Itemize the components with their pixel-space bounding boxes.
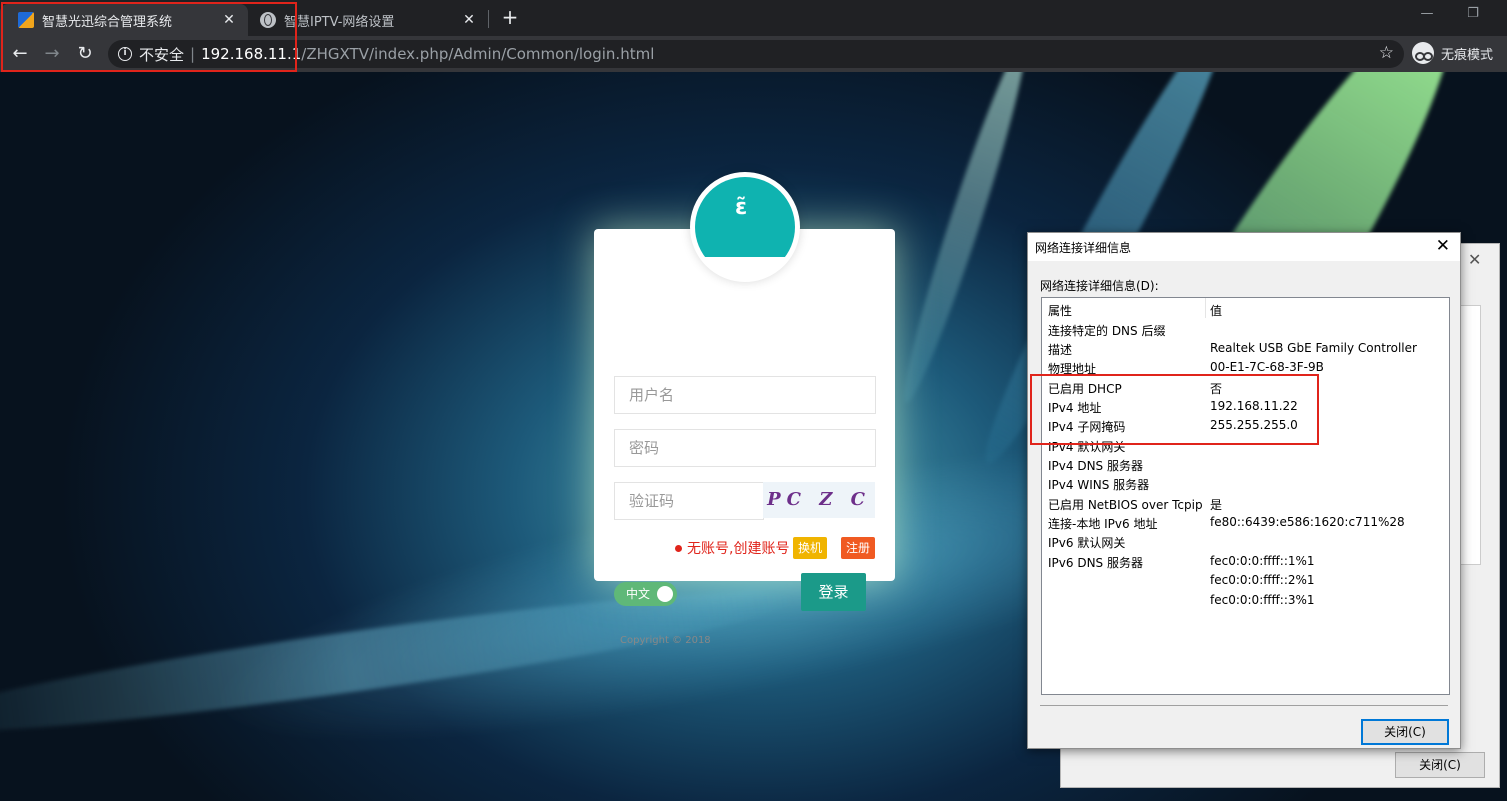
language-toggle[interactable]: 中文 bbox=[614, 582, 677, 606]
column-header-value[interactable]: 值 bbox=[1210, 302, 1222, 321]
column-separator bbox=[1205, 298, 1206, 318]
info-icon[interactable]: i bbox=[118, 47, 132, 61]
list-item-value: fec0:0:0:ffff::2%1 bbox=[1210, 573, 1315, 587]
incognito-indicator[interactable]: 无痕模式 bbox=[1412, 42, 1493, 64]
back-button[interactable]: ← bbox=[6, 40, 34, 68]
network-details-dialog: 网络连接详细信息 ✕ 网络连接详细信息(D): 属性 值 连接特定的 DNS 后… bbox=[1027, 232, 1461, 749]
tab-close-icon[interactable]: ✕ bbox=[458, 12, 480, 28]
url-host: 192.168.11.1 bbox=[201, 45, 302, 63]
list-item[interactable]: IPv4 子网掩码 bbox=[1048, 418, 1125, 437]
list-item[interactable]: 连接特定的 DNS 后缀 bbox=[1048, 322, 1165, 341]
list-item-value: 否 bbox=[1210, 382, 1223, 396]
list-item[interactable]: IPv6 DNS 服务器 bbox=[1048, 554, 1143, 573]
tab-strip: 智慧光迅综合管理系统 ✕ 智慧IPTV-网络设置 ✕ + — ❐ bbox=[0, 0, 1507, 36]
address-bar[interactable]: i 不安全 | 192.168.11.1 /ZHGXTV/index.php/A… bbox=[108, 40, 1404, 68]
reload-button[interactable]: ↻ bbox=[71, 40, 99, 68]
list-item[interactable]: 连接-本地 IPv6 地址 bbox=[1048, 515, 1157, 534]
site-favicon-icon bbox=[18, 12, 34, 28]
list-item[interactable]: 已启用 NetBIOS over Tcpip bbox=[1048, 496, 1203, 515]
list-item-value: 是 bbox=[1210, 498, 1223, 512]
list-item-value: fe80::6439:e586:1620:c711%28 bbox=[1210, 515, 1405, 529]
details-label: 网络连接详细信息(D): bbox=[1040, 279, 1159, 293]
minimize-button[interactable]: — bbox=[1412, 6, 1442, 26]
dialog-close-icon[interactable]: ✕ bbox=[1436, 236, 1450, 256]
background-dialog-close-icon[interactable]: ✕ bbox=[1468, 250, 1481, 269]
column-header-property[interactable]: 属性 bbox=[1048, 302, 1208, 321]
url-separator: | bbox=[190, 45, 196, 63]
list-item[interactable]: 已启用 DHCP bbox=[1048, 380, 1122, 399]
username-input[interactable]: 用户名 bbox=[614, 376, 876, 414]
list-item-value: Realtek USB GbE Family Controller bbox=[1210, 341, 1417, 355]
list-item-value: fec0:0:0:ffff::3%1 bbox=[1210, 593, 1315, 607]
language-label: 中文 bbox=[626, 587, 651, 601]
list-item-value: 255.255.255.0 bbox=[1210, 418, 1298, 432]
dialog-title: 网络连接详细信息 bbox=[1035, 241, 1132, 255]
tab-separator bbox=[488, 10, 489, 28]
captcha-image[interactable]: PC Z C bbox=[763, 482, 875, 518]
list-item[interactable]: 描述 bbox=[1048, 341, 1072, 360]
restore-button[interactable]: ❐ bbox=[1458, 6, 1488, 26]
light-streak bbox=[892, 72, 1038, 408]
list-item[interactable]: IPv4 WINS 服务器 bbox=[1048, 476, 1149, 495]
list-item[interactable]: 物理地址 bbox=[1048, 360, 1096, 379]
list-item[interactable]: IPv4 DNS 服务器 bbox=[1048, 457, 1143, 476]
tab-management-system[interactable]: 智慧光迅综合管理系统 ✕ bbox=[0, 4, 248, 36]
logo-icon: ɛ̃ bbox=[735, 195, 748, 220]
copyright-text: Copyright © 2018 bbox=[620, 635, 711, 646]
globe-icon bbox=[260, 12, 276, 28]
logo-avatar: ɛ̃ bbox=[690, 172, 800, 282]
browser-toolbar: ← → ↻ i 不安全 | 192.168.11.1 /ZHGXTV/index… bbox=[0, 36, 1507, 72]
switch-machine-button[interactable]: 换机 bbox=[793, 537, 827, 559]
bookmark-star-icon[interactable]: ☆ bbox=[1379, 43, 1394, 63]
dialog-close-button[interactable]: 关闭(C) bbox=[1361, 719, 1449, 745]
login-button[interactable]: 登录 bbox=[801, 573, 866, 611]
register-button[interactable]: 注册 bbox=[841, 537, 875, 559]
password-input[interactable]: 密码 bbox=[614, 429, 876, 467]
tab-title: 智慧IPTV-网络设置 bbox=[284, 14, 395, 30]
notice-dot-icon bbox=[675, 544, 682, 552]
list-item[interactable]: IPv4 地址 bbox=[1048, 399, 1101, 418]
incognito-label: 无痕模式 bbox=[1441, 47, 1494, 63]
toggle-knob bbox=[657, 586, 673, 602]
dialog-divider bbox=[1040, 705, 1448, 706]
captcha-input[interactable]: 验证码 bbox=[614, 482, 764, 520]
security-indicator[interactable]: 不安全 bbox=[139, 44, 184, 65]
new-tab-button[interactable]: + bbox=[498, 6, 522, 30]
dialog-titlebar: 网络连接详细信息 ✕ bbox=[1028, 233, 1460, 261]
background-dialog-close-button[interactable]: 关闭(C) bbox=[1395, 752, 1485, 778]
no-account-text: 无账号,创建账号 bbox=[687, 541, 790, 557]
tab-title: 智慧光迅综合管理系统 bbox=[42, 14, 173, 30]
tab-close-icon[interactable]: ✕ bbox=[218, 12, 240, 28]
list-item-value: 192.168.11.22 bbox=[1210, 399, 1298, 413]
list-item-value: fec0:0:0:ffff::1%1 bbox=[1210, 554, 1315, 568]
list-item[interactable]: IPv6 默认网关 bbox=[1048, 534, 1125, 553]
list-item[interactable]: IPv4 默认网关 bbox=[1048, 438, 1125, 457]
no-account-notice[interactable]: 无账号,创建账号 bbox=[675, 538, 789, 558]
list-item-value: 00-E1-7C-68-3F-9B bbox=[1210, 360, 1324, 374]
url-path: /ZHGXTV/index.php/Admin/Common/login.htm… bbox=[301, 45, 655, 63]
details-list[interactable]: 属性 值 连接特定的 DNS 后缀 描述 Realtek USB GbE Fam… bbox=[1041, 297, 1450, 695]
tab-iptv-network-settings[interactable]: 智慧IPTV-网络设置 ✕ bbox=[250, 4, 488, 36]
incognito-icon bbox=[1412, 42, 1434, 64]
forward-button[interactable]: → bbox=[38, 40, 66, 68]
